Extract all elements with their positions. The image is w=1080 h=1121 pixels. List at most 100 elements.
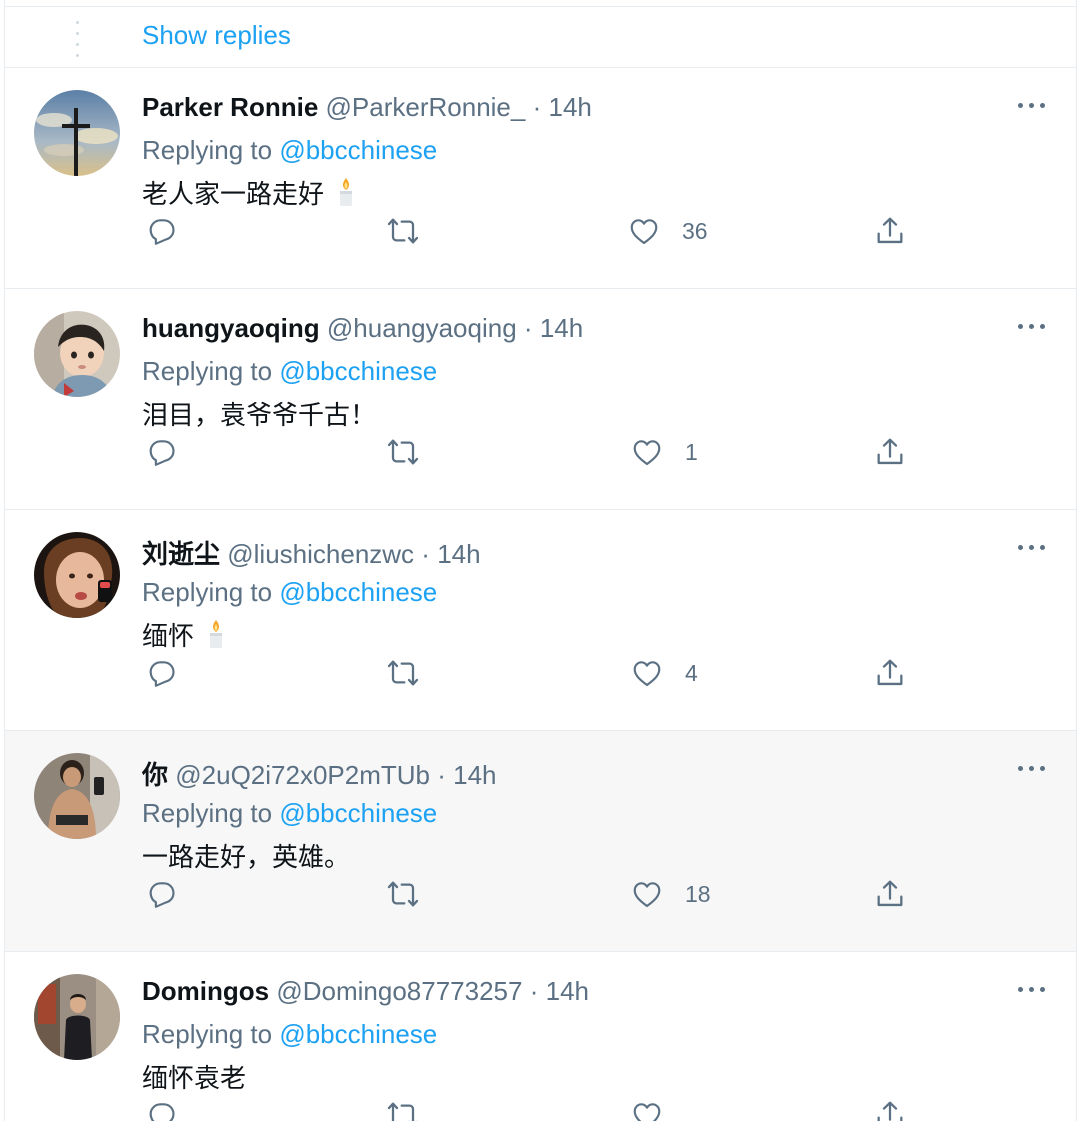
avatar[interactable]: [34, 90, 120, 176]
reply-tweet[interactable]: 刘逝尘 @liushichenzwc · 14h Replying to @bb…: [5, 510, 1076, 731]
like-button[interactable]: 36: [628, 211, 708, 251]
avatar[interactable]: [34, 311, 120, 397]
mention-link[interactable]: @bbcchinese: [279, 356, 437, 386]
tweet-text-body: 一路走好，英雄。: [142, 842, 351, 872]
like-button[interactable]: 4: [631, 653, 698, 693]
reply-button[interactable]: [146, 874, 178, 914]
replying-to-label: Replying to: [142, 577, 273, 607]
more-icon[interactable]: [1018, 763, 1046, 775]
reply-button[interactable]: [146, 653, 178, 693]
like-count: 18: [685, 880, 711, 907]
separator: ·: [529, 976, 539, 1006]
tweet-actions: 18: [142, 874, 922, 914]
mention-link[interactable]: @bbcchinese: [279, 798, 437, 828]
share-icon: [877, 438, 903, 465]
mention-link[interactable]: @bbcchinese: [279, 135, 437, 165]
display-name[interactable]: Domingos: [142, 976, 269, 1006]
tweet-header: Parker Ronnie @ParkerRonnie_ · 14h: [142, 92, 592, 123]
tweet-header: 你 @2uQ2i72x0P2mTUb · 14h: [142, 755, 497, 792]
show-replies-link[interactable]: Show replies: [142, 20, 291, 51]
user-handle[interactable]: @2uQ2i72x0P2mTUb: [175, 760, 430, 790]
candle-icon: [340, 178, 353, 206]
reply-button[interactable]: [146, 1095, 178, 1121]
tweet-text-body: 泪目，袁爷爷千古！: [142, 400, 377, 430]
retweet-button[interactable]: [386, 1095, 420, 1121]
separator: ·: [532, 92, 542, 122]
replies-timeline: Show replies Parker Ronnie @ParkerRonnie…: [4, 0, 1077, 1121]
display-name[interactable]: Parker Ronnie: [142, 92, 318, 122]
like-count: 36: [682, 217, 708, 244]
replying-to-line: Replying to @bbcchinese: [142, 1019, 437, 1050]
more-icon[interactable]: [1018, 100, 1046, 112]
share-icon: [877, 659, 903, 686]
share-button[interactable]: [874, 1095, 906, 1121]
tweet-actions: [142, 1095, 922, 1121]
share-icon: [877, 1101, 903, 1121]
reply-button[interactable]: [146, 432, 178, 472]
share-button[interactable]: [874, 653, 906, 693]
like-button[interactable]: [631, 1095, 685, 1121]
retweet-button[interactable]: [386, 874, 420, 914]
retweet-button[interactable]: [386, 211, 420, 251]
mention-link[interactable]: @bbcchinese: [279, 577, 437, 607]
cross-avatar-image: [34, 90, 120, 176]
timestamp[interactable]: 14h: [437, 539, 480, 569]
show-replies-row[interactable]: Show replies: [5, 6, 1076, 68]
more-icon[interactable]: [1018, 984, 1046, 996]
reply-tweet[interactable]: huangyaoqing @huangyaoqing · 14h Replyin…: [5, 289, 1076, 510]
separator: ·: [421, 539, 430, 569]
reply-icon: [149, 219, 175, 245]
share-button[interactable]: [874, 211, 906, 251]
like-button[interactable]: 18: [631, 874, 711, 914]
tweet-text: 老人家一路走好: [142, 174, 355, 211]
retweet-button[interactable]: [386, 653, 420, 693]
timestamp[interactable]: 14h: [453, 760, 496, 790]
reply-tweet[interactable]: Domingos @Domingo87773257 · 14h Replying…: [5, 952, 1076, 1121]
mention-link[interactable]: @bbcchinese: [279, 1019, 437, 1049]
user-handle[interactable]: @Domingo87773257: [276, 976, 522, 1006]
retweet-icon: [387, 1102, 418, 1121]
tweet-text: 一路走好，英雄。: [142, 837, 350, 874]
replying-to-line: Replying to @bbcchinese: [142, 135, 437, 166]
retweet-icon: [387, 218, 419, 244]
reply-tweet[interactable]: 你 @2uQ2i72x0P2mTUb · 14h Replying to @bb…: [5, 731, 1076, 952]
user-handle[interactable]: @liushichenzwc: [227, 539, 414, 569]
display-name[interactable]: 你: [142, 760, 168, 790]
retweet-button[interactable]: [386, 432, 420, 472]
tweet-header: huangyaoqing @huangyaoqing · 14h: [142, 313, 583, 344]
tweet-header: 刘逝尘 @liushichenzwc · 14h: [142, 534, 481, 571]
reply-button[interactable]: [146, 211, 178, 251]
like-button[interactable]: 1: [631, 432, 698, 472]
avatar[interactable]: [34, 753, 120, 839]
avatar[interactable]: [34, 532, 120, 618]
retweet-icon: [387, 881, 419, 907]
timestamp[interactable]: 14h: [546, 976, 589, 1006]
tweet-text-body: 缅怀: [142, 621, 195, 651]
tweet-text-body: 缅怀袁老: [142, 1063, 247, 1093]
timestamp[interactable]: 14h: [540, 313, 583, 343]
display-name[interactable]: huangyaoqing: [142, 313, 320, 343]
replying-to-label: Replying to: [142, 135, 273, 165]
tweet-actions: 36: [142, 211, 922, 251]
tweet-text: 缅怀袁老: [142, 1058, 246, 1095]
reply-icon: [149, 440, 175, 466]
more-icon[interactable]: [1018, 321, 1046, 333]
replying-to-line: Replying to @bbcchinese: [142, 577, 437, 608]
share-button[interactable]: [874, 432, 906, 472]
reply-icon: [149, 1103, 175, 1121]
display-name[interactable]: 刘逝尘: [142, 539, 220, 569]
timestamp[interactable]: 14h: [549, 92, 592, 122]
user-handle[interactable]: @ParkerRonnie_: [326, 92, 526, 122]
tweet-actions: 4: [142, 653, 922, 693]
share-button[interactable]: [874, 874, 906, 914]
heart-icon: [633, 882, 661, 908]
heart-icon: [633, 440, 661, 466]
replying-to-line: Replying to @bbcchinese: [142, 356, 437, 387]
like-count: 1: [685, 438, 698, 465]
reply-tweet[interactable]: Parker Ronnie @ParkerRonnie_ · 14h Reply…: [5, 68, 1076, 289]
user-handle[interactable]: @huangyaoqing: [327, 313, 517, 343]
street-avatar-image: [34, 974, 120, 1060]
more-icon[interactable]: [1018, 542, 1046, 554]
avatar[interactable]: [34, 974, 120, 1060]
replying-to-line: Replying to @bbcchinese: [142, 798, 437, 829]
